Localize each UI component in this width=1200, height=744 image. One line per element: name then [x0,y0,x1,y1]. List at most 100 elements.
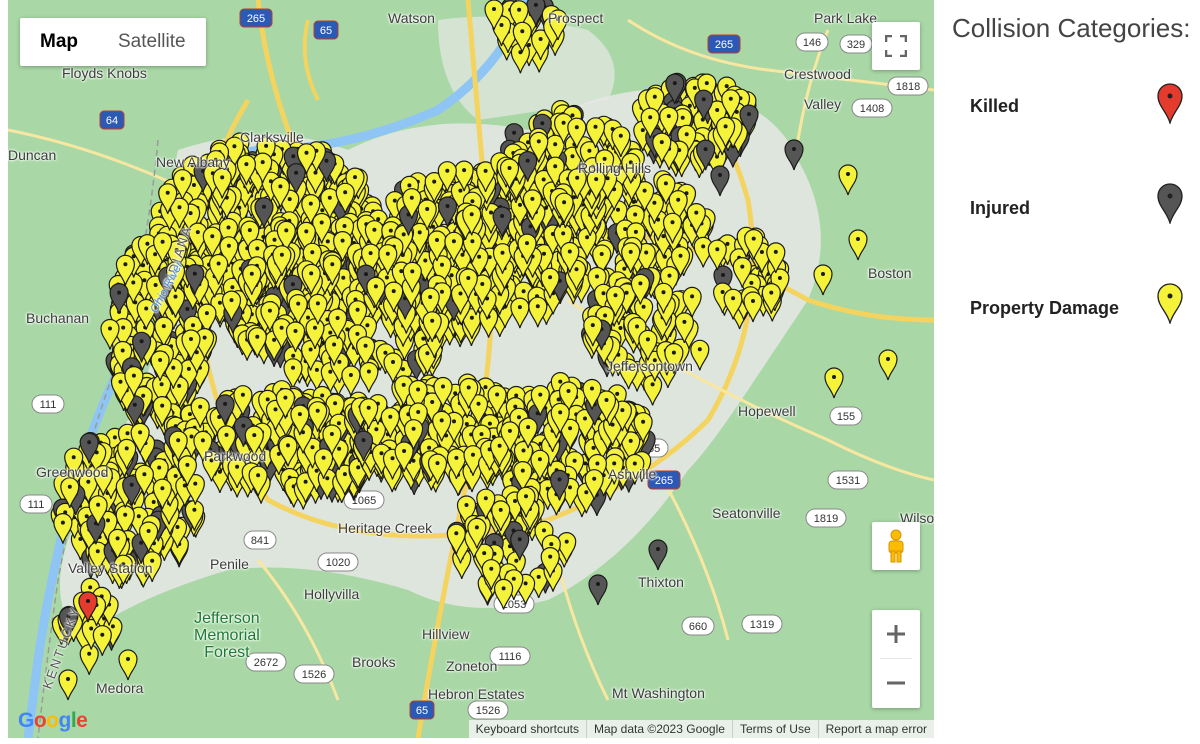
route-shield: 111 [31,394,65,414]
legend-killed-label: Killed [970,96,1020,116]
map[interactable]: 265 65 265 146 329 1818 1408 64 265 111 111 1531 181… [8,0,934,738]
map-type-satellite-button[interactable]: Satellite [98,18,206,66]
route-shield: 65 [313,20,339,40]
collision-pin [813,264,833,296]
route-shield: 1408 [851,98,893,118]
svg-text:1319: 1319 [750,619,774,631]
google-logo[interactable]: Google [18,709,88,733]
svg-text:1116: 1116 [499,651,522,663]
route-shield: 1526 [467,700,509,720]
svg-text:1531: 1531 [836,475,860,487]
place-label: Mt Washington [612,685,705,701]
pegman-button[interactable] [872,522,920,570]
injured-pin-icon [1157,183,1183,224]
route-shield: 1819 [805,508,847,528]
route-shield: 329 [839,34,873,54]
fullscreen-button[interactable] [872,22,920,70]
collision-pin [648,539,668,571]
minus-icon [887,681,905,685]
route-shield: 111 [19,494,53,514]
svg-text:265: 265 [655,475,673,487]
map-type-control: Map Satellite [20,18,206,66]
svg-text:65: 65 [416,705,428,717]
svg-text:146: 146 [803,37,821,49]
place-label: Watson [388,10,435,26]
collision-pin [848,229,868,261]
svg-text:265: 265 [247,13,265,25]
route-shield: 1020 [317,552,359,572]
pegman-icon [888,529,904,563]
report-map-error-link[interactable]: Report a map error [817,720,934,738]
plus-icon [887,625,905,643]
svg-text:111: 111 [28,499,45,511]
place-label: Valley Station [68,560,153,576]
svg-text:329: 329 [847,39,865,51]
route-shield: 64 [99,110,125,130]
zoom-out-button[interactable] [872,659,920,707]
place-label: Hopewell [738,403,796,419]
legend-property-damage-label: Property Damage [970,298,1120,318]
place-label: Penile [210,556,249,572]
place-label: Seatonville [712,505,781,521]
place-label: Parkwood [204,448,267,464]
svg-text:155: 155 [837,411,855,423]
collision-pin [588,574,608,606]
collision-pin [838,164,858,196]
killed-pin-icon [1157,83,1183,124]
place-label: Hebron Estates [428,686,525,702]
legend-injured-label: Injured [970,198,1031,218]
zoom-control [872,610,920,708]
place-label: Clarksville [240,129,304,145]
route-shield: 660 [681,616,715,636]
route-shield: 1526 [293,664,335,684]
route-shield: 65 [409,700,435,720]
svg-text:1526: 1526 [302,669,326,681]
place-label: Crestwood [784,66,851,82]
map-base: 265 65 265 146 329 1818 1408 64 265 111 111 1531 181… [8,0,934,738]
svg-text:660: 660 [689,621,707,633]
place-label: Rolling Hills [578,160,652,176]
route-shield: 1531 [827,470,869,490]
map-type-map-button[interactable]: Map [20,18,98,66]
place-label: Brooks [352,654,396,670]
place-label: Hillview [422,626,470,642]
collision-pin [824,367,844,399]
route-shield: 1319 [741,614,783,634]
route-shield: 146 [795,32,829,52]
property-damage-pin-icon [1157,283,1183,324]
terms-of-use-link[interactable]: Terms of Use [731,720,818,738]
svg-text:841: 841 [251,535,269,547]
svg-text:1818: 1818 [896,81,920,93]
collision-pin [878,349,898,381]
svg-text:1819: 1819 [814,513,838,525]
route-shield: 265 [707,34,741,54]
place-label: Ashville [608,466,657,482]
svg-text:1526: 1526 [476,705,500,717]
zoom-in-button[interactable] [872,610,920,658]
place-label: Greenwood [36,464,109,480]
route-shield: 265 [239,8,273,28]
route-shield: 1818 [887,76,929,96]
route-shield: 1065 [343,490,385,510]
route-shield: 841 [243,530,277,550]
fullscreen-icon [885,35,907,57]
place-label: New Albany [156,154,230,170]
place-label: Zoneton [446,658,498,674]
svg-text:1020: 1020 [326,557,350,569]
place-label: Valley [804,96,842,112]
legend-panel: Collision Categories: Killed Injured Pro… [934,0,1200,744]
svg-text:265: 265 [715,39,733,51]
svg-text:1408: 1408 [860,103,884,115]
place-label: Duncan [8,147,57,163]
place-label: Park Lake [814,10,878,26]
place-label: Jefferson Memorial Forest [194,610,260,661]
svg-text:64: 64 [106,115,118,127]
legend-title: Collision Categories: [952,13,1191,43]
route-shield: 155 [829,406,863,426]
place-label: Thixton [638,574,684,590]
collision-pin [79,644,99,675]
place-label: Heritage Creek [338,520,433,536]
svg-text:111: 111 [40,399,57,411]
place-label: Prospect [548,10,604,26]
keyboard-shortcuts-link[interactable]: Keyboard shortcuts [469,720,586,738]
